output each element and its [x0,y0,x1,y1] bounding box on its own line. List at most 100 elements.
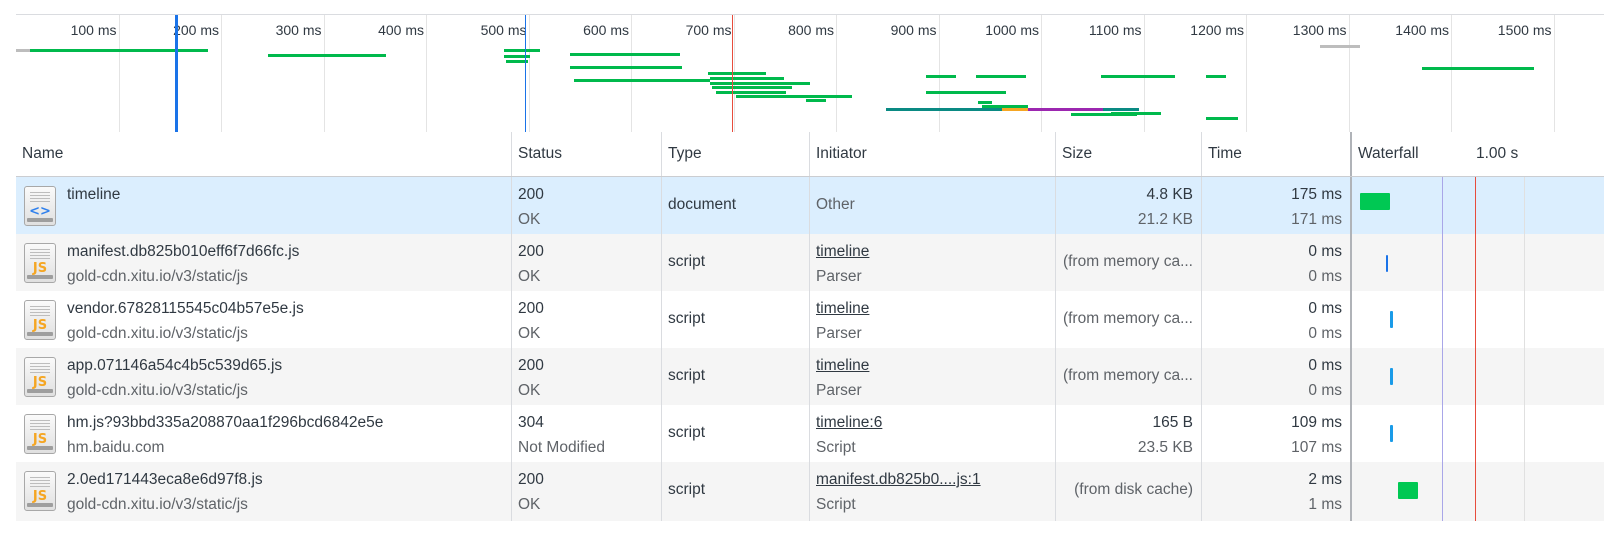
waterfall-marker-line [1442,234,1443,293]
table-row[interactable]: JS vendor.67828115545c04b57e5e.js gold-cdn… [16,291,1604,350]
waterfall-marker-line [1475,348,1476,407]
initiator-link[interactable]: timeline:6 [816,414,882,432]
waterfall-bar[interactable] [1390,425,1393,442]
overview-request-bar [886,108,976,111]
column-header-type[interactable]: Type [662,132,810,176]
request-latency: 0 ms [1308,268,1342,285]
overview-grid-divider [1451,15,1452,133]
transfer-size: 165 B [1152,414,1193,431]
table-row[interactable]: JS hm.js?93bbd335a208870aa1f296bcd6842e5e… [16,405,1604,464]
overview-grid-divider [323,15,325,133]
overview-tick-label: 200 ms [173,22,219,38]
js-file-icon: JS [24,414,56,454]
request-latency: 1 ms [1308,496,1342,513]
initiator-link[interactable]: timeline [816,300,869,318]
column-header-time[interactable]: Time [1202,132,1352,176]
waterfall-marker-line [1475,462,1476,521]
request-type: script [668,481,706,498]
overview-request-bar [570,66,682,69]
request-name[interactable]: 2.0ed171443eca8e6d97f8.js [67,471,263,489]
overview-request-bar [712,86,792,89]
overview-request-bar [806,99,826,102]
waterfall-marker-line [1442,177,1443,236]
overview-request-bar [268,54,386,57]
waterfall-bar[interactable] [1360,193,1390,210]
network-overview-timeline[interactable]: 100 ms 200 ms 300 ms 400 ms 500 ms 600 ms 700 … [16,14,1604,134]
resource-size: 21.2 KB [1137,211,1193,228]
initiator-type: Parser [816,382,862,399]
overview-request-bar [976,108,1002,111]
table-row[interactable]: <> timeline 200 OK document Other 4.8 KB 21.2 K… [16,177,1604,236]
overview-request-bar [926,75,956,78]
overview-tick-label: 1400 ms [1395,22,1449,38]
table-row[interactable]: JS 2.0ed171443eca8e6d97f8.js gold-cdn.xitu… [16,462,1604,521]
request-name[interactable]: app.071146a54c4b5c539d65.js [67,357,282,375]
request-latency: 0 ms [1308,325,1342,342]
overview-request-bar [1320,45,1360,48]
overview-grid-divider [938,15,940,133]
request-name[interactable]: hm.js?93bbd335a208870aa1f296bcd6842e5e [67,414,383,432]
waterfall-marker-line [1442,405,1443,464]
js-file-icon: JS [24,243,56,283]
request-type: script [668,367,706,384]
request-time: 2 ms [1308,471,1342,488]
waterfall-bar[interactable] [1390,368,1393,385]
overview-request-bar [708,72,766,75]
waterfall-bar[interactable] [1386,255,1388,272]
status-code: 200 [518,186,544,203]
initiator-link[interactable]: timeline [816,357,869,375]
overview-request-bar [1103,108,1139,111]
request-name[interactable]: vendor.67828115545c04b57e5e.js [67,300,304,318]
overview-request-bar [1101,75,1175,78]
initiator-text: Other [816,196,855,213]
status-text: Not Modified [518,439,606,456]
overview-request-bar [16,49,30,52]
request-type: script [668,253,706,270]
transfer-size: (from memory ca... [1062,367,1193,384]
column-header-status[interactable]: Status [512,132,662,176]
request-time: 0 ms [1308,243,1342,260]
request-type: script [668,424,706,441]
overview-request-bar [574,79,710,82]
request-time: 109 ms [1291,414,1342,431]
overview-grid-divider [1246,15,1247,133]
request-type: document [668,196,737,213]
status-text: OK [518,496,541,513]
waterfall-bar[interactable] [1390,311,1393,328]
overview-request-bar [976,75,1026,78]
column-header-waterfall[interactable]: Waterfall 1.00 s [1352,132,1604,176]
overview-request-bar [926,91,1006,94]
waterfall-marker-line [1475,234,1476,293]
request-name[interactable]: manifest.db825b010eff6f7d66fc.js [67,243,299,261]
request-domain: gold-cdn.xitu.io/v3/static/js [67,268,248,285]
table-row[interactable]: JS manifest.db825b010eff6f7d66fc.js gold-c… [16,234,1604,293]
transfer-size: (from memory ca... [1062,253,1193,270]
waterfall-bar[interactable] [1398,482,1418,499]
overview-request-bar [1002,108,1028,111]
initiator-type: Parser [816,268,862,285]
overview-tick-label: 500 ms [480,22,527,38]
column-header-initiator[interactable]: Initiator [810,132,1056,176]
waterfall-marker-line [1442,348,1443,407]
waterfall-marker-line [1475,405,1476,464]
waterfall-marker-line [1475,291,1476,350]
request-latency: 107 ms [1291,439,1342,456]
overview-grid-divider [221,15,222,133]
status-text: OK [518,268,541,285]
initiator-link[interactable]: timeline [816,243,869,261]
initiator-link[interactable]: manifest.db825b0....js:1 [816,471,981,489]
request-name[interactable]: timeline [67,186,120,204]
request-time: 0 ms [1308,300,1342,317]
overview-request-bar [1206,117,1238,120]
column-header-size[interactable]: Size [1056,132,1202,176]
status-code: 200 [518,471,544,488]
overview-tick-label: 1300 ms [1292,22,1347,38]
status-code: 200 [518,357,544,374]
overview-tick-label: 100 ms [70,22,117,38]
overview-tick-label: 600 ms [583,22,629,38]
load-event-line [732,15,733,133]
waterfall-marker-line [1442,291,1443,350]
table-row[interactable]: JS app.071146a54c4b5c539d65.js gold-cdn.xi… [16,348,1604,407]
request-time: 0 ms [1308,357,1342,374]
column-header-name[interactable]: Name [16,132,512,176]
